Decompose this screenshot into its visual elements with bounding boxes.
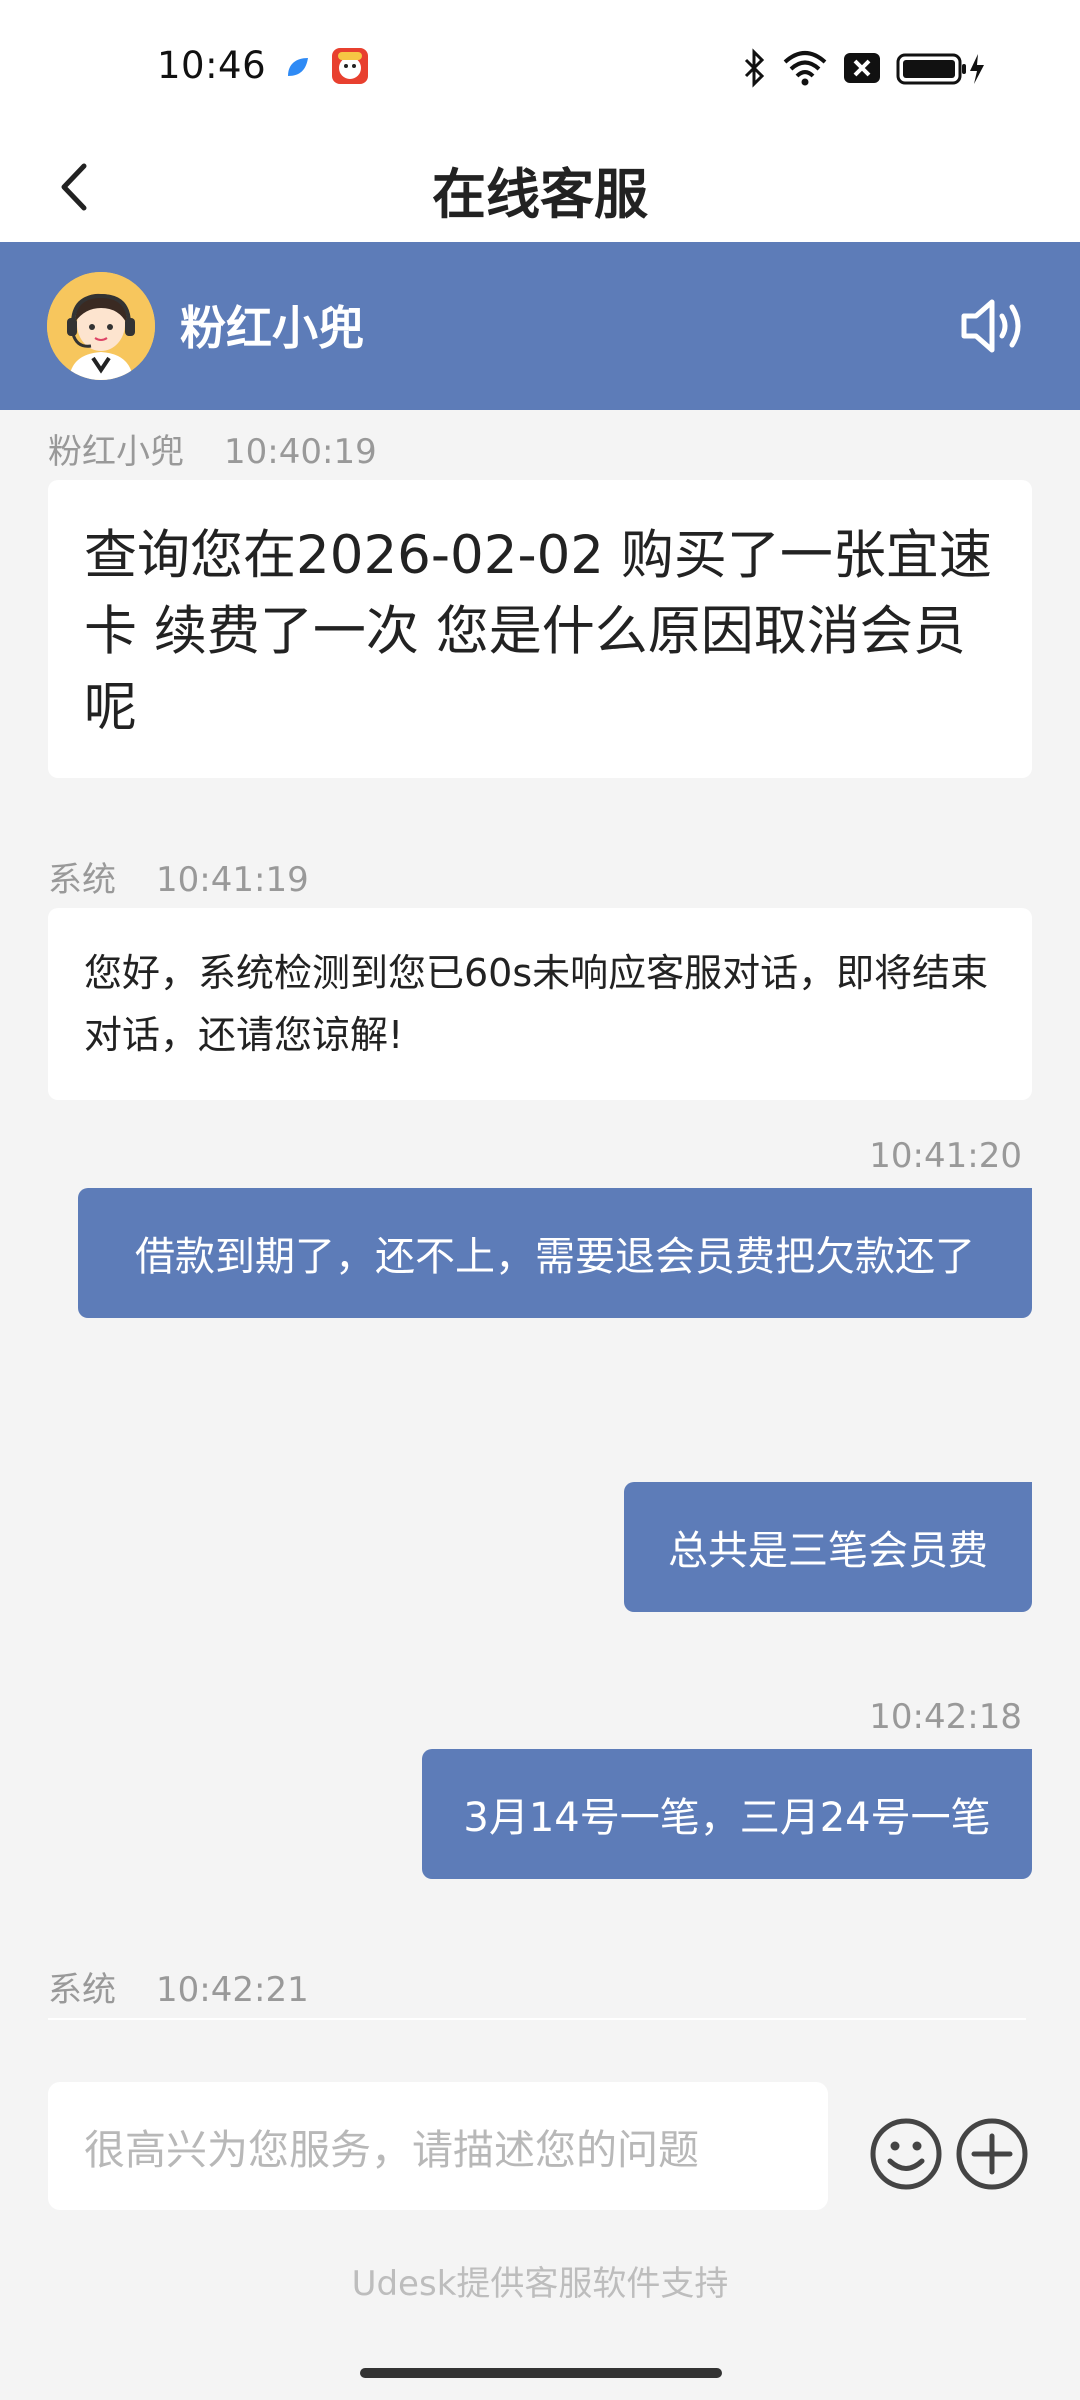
plus-circle-icon[interactable] bbox=[954, 2116, 1030, 2192]
agent-bar: 粉红小兜 bbox=[0, 242, 1080, 410]
user-message-bubble: 3月14号一笔，三月24号一笔 bbox=[422, 1749, 1032, 1879]
user-message-bubble: 总共是三笔会员费 bbox=[624, 1482, 1032, 1612]
message-meta: 粉红小兜 10:40:19 bbox=[48, 424, 377, 473]
screen: 10:46 在线客服 粉红小兜 粉红小兜 10:40:19 查询您在2026-0… bbox=[0, 0, 1080, 2400]
message-time: 10:42:21 bbox=[156, 1970, 309, 2010]
agent-message-bubble: 查询您在2026-02-02 购买了一张宜速卡 续费了一次 您是什么原因取消会员… bbox=[48, 480, 1032, 778]
footer-text: Udesk提供客服软件支持 bbox=[351, 2264, 729, 2304]
message-sender: 粉红小兜 bbox=[48, 432, 184, 472]
message-meta: 系统 10:41:19 bbox=[48, 852, 309, 901]
smiley-icon[interactable] bbox=[868, 2116, 944, 2192]
page-title: 在线客服 bbox=[432, 163, 648, 226]
message-sender: 系统 bbox=[48, 860, 116, 900]
no-sim-icon bbox=[844, 53, 880, 83]
message-sender: 系统 bbox=[48, 1970, 116, 2010]
message-time: 10:40:19 bbox=[224, 432, 377, 472]
message-time: 10:42:18 bbox=[869, 1697, 1022, 1737]
home-indicator[interactable] bbox=[360, 2368, 722, 2378]
message-bubble-edge bbox=[48, 2018, 1026, 2020]
game-app-icon bbox=[332, 48, 368, 84]
system-message-bubble: 您好，系统检测到您已60s未响应客服对话，即将结束对话，还请您谅解! bbox=[48, 908, 1032, 1100]
app-header: 在线客服 bbox=[0, 130, 1080, 242]
bluetooth-icon bbox=[744, 48, 765, 88]
user-message-bubble: 借款到期了，还不上，需要退会员费把欠款还了 bbox=[78, 1188, 1032, 1318]
battery-icon bbox=[896, 53, 984, 85]
status-time: 10:46 bbox=[157, 44, 267, 87]
speaker-icon[interactable] bbox=[958, 294, 1030, 358]
message-input[interactable]: 很高兴为您服务，请描述您的问题 bbox=[48, 2082, 828, 2210]
message-meta: 系统 10:42:21 bbox=[48, 1962, 309, 2011]
app-notification-icon bbox=[288, 58, 308, 76]
wifi-icon bbox=[783, 51, 827, 86]
message-time: 10:41:19 bbox=[156, 860, 309, 900]
message-time: 10:41:20 bbox=[869, 1136, 1022, 1176]
input-area: 很高兴为您服务，请描述您的问题 Udesk提供客服软件支持 bbox=[0, 2056, 1080, 2400]
status-bar: 10:46 bbox=[0, 0, 1080, 130]
agent-name: 粉红小兜 bbox=[180, 301, 364, 355]
avatar bbox=[47, 272, 155, 380]
agent-avatar-icon bbox=[47, 272, 155, 380]
